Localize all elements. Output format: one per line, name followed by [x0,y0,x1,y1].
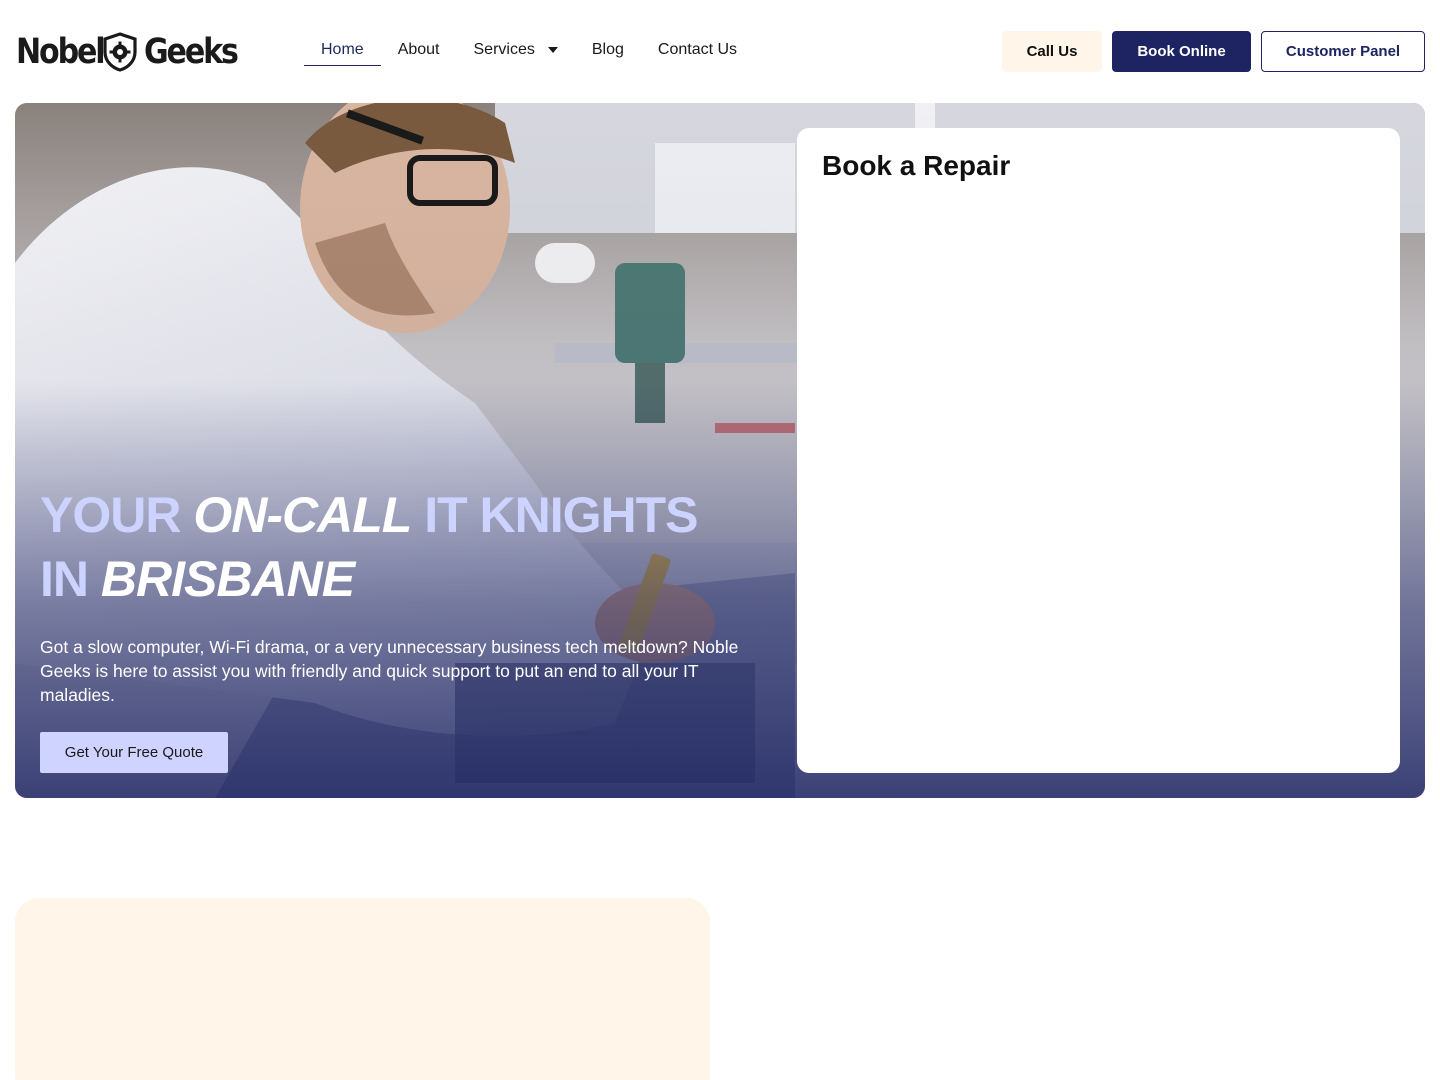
nav-item-blog-label: Blog [591,41,624,58]
customer-panel-button[interactable]: Customer Panel [1261,31,1425,72]
logo[interactable]: Nobel Geeks [16,31,239,73]
logo-word-nobel: Nobel [16,32,106,72]
nav-item-home-label: Home [321,41,364,58]
nav-item-about[interactable]: About [381,34,457,66]
hero-section: YOUR ON-CALL IT KNIGHTS IN BRISBANE Got a… [15,103,1425,798]
hero-title-part-3: IT KNIGHTS [411,487,698,543]
hero-title-brisbane: BRISBANE [100,551,355,607]
cream-content-panel [15,898,710,1080]
site-header: Nobel Geeks Home About Services Blog Con… [0,0,1440,103]
nav-item-about-label: About [397,41,440,58]
nav-item-services[interactable]: Services [457,34,575,66]
hero-title-oncall: ON-CALL [193,487,412,543]
book-repair-title: Book a Repair [822,150,1011,181]
shield-gear-icon [103,32,137,72]
nav-item-contact-label: Contact Us [657,41,738,58]
hero-title: YOUR ON-CALL IT KNIGHTS IN BRISBANE [40,483,760,611]
free-quote-button[interactable]: Get Your Free Quote [40,732,228,773]
book-online-button[interactable]: Book Online [1112,31,1251,72]
book-repair-card: Book a Repair [797,128,1400,773]
hero-description: Got a slow computer, Wi-Fi drama, or a v… [40,637,739,705]
hero-title-part-4: IN [40,551,101,607]
logo-word-geeks: Geeks [144,32,239,72]
nav-item-contact[interactable]: Contact Us [641,34,754,66]
hero-title-part-1: YOUR [40,487,194,543]
nav-item-services-label: Services [473,41,535,58]
main-nav: Home About Services Blog Contact Us [304,34,754,66]
chevron-down-icon [547,47,558,53]
nav-item-home[interactable]: Home [304,34,381,66]
call-us-button[interactable]: Call Us [1002,31,1102,72]
nav-item-blog[interactable]: Blog [575,34,641,66]
